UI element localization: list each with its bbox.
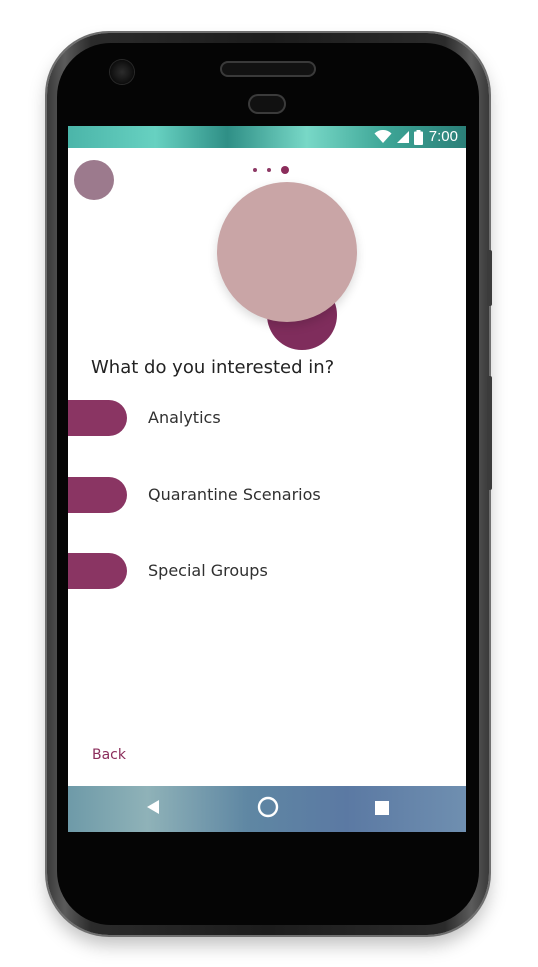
front-camera [110, 60, 134, 84]
option-pill[interactable] [68, 477, 127, 513]
nav-recents-button[interactable] [362, 786, 402, 832]
option-quarantine-scenarios[interactable]: Quarantine Scenarios [68, 477, 466, 515]
screen: 7:00 What do you interested in? Analytic… [68, 126, 466, 832]
home-circle-icon [257, 796, 279, 822]
recents-square-icon [375, 800, 389, 819]
battery-icon [413, 129, 423, 145]
wifi-icon [374, 130, 392, 144]
status-bar: 7:00 [68, 126, 466, 148]
question-heading: What do you interested in? [91, 357, 335, 378]
earpiece-speaker [220, 61, 316, 77]
nav-back-button[interactable] [133, 786, 173, 832]
option-special-groups[interactable]: Special Groups [68, 553, 466, 591]
power-button [487, 250, 492, 306]
back-triangle-icon [146, 799, 160, 819]
canvas: 7:00 What do you interested in? Analytic… [0, 0, 538, 967]
signal-icon [396, 130, 410, 144]
option-label: Analytics [148, 408, 221, 427]
nav-home-button[interactable] [248, 786, 288, 832]
option-label: Quarantine Scenarios [148, 485, 321, 504]
navigation-bar [68, 786, 466, 832]
option-analytics[interactable]: Analytics [68, 400, 466, 438]
status-icons: 7:00 [374, 128, 458, 146]
option-pill[interactable] [68, 553, 127, 589]
option-label: Special Groups [148, 561, 268, 580]
page-dot-active [281, 166, 289, 174]
page-dot [253, 168, 257, 172]
back-link[interactable]: Back [92, 747, 126, 763]
status-time: 7:00 [428, 128, 458, 145]
proximity-sensor [248, 94, 286, 114]
volume-button [487, 376, 492, 490]
avatar[interactable] [74, 160, 114, 200]
page-indicator [253, 166, 289, 174]
decorative-circle-large [217, 182, 357, 322]
option-pill[interactable] [68, 400, 127, 436]
page-dot [267, 168, 271, 172]
